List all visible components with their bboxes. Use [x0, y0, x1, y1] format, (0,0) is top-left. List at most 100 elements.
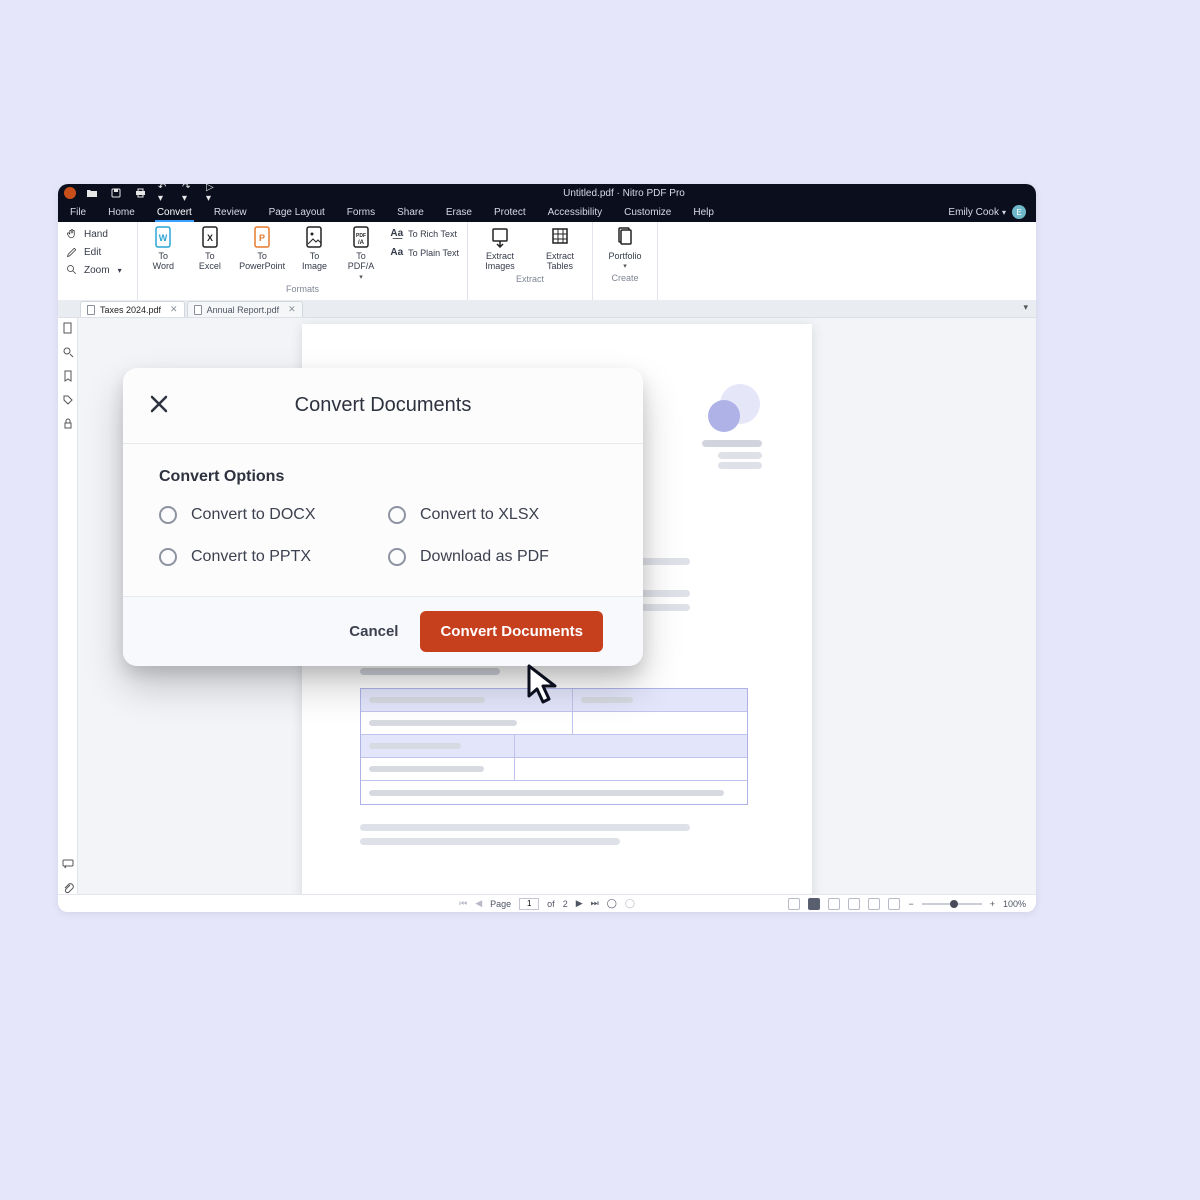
view-fit-icon[interactable]	[808, 898, 820, 910]
window-title: Untitled.pdf · Nitro PDF Pro	[218, 188, 1030, 199]
quick-tool-pane: Hand Edit Zoom ▾	[58, 222, 138, 300]
tool-extract-tables[interactable]: ExtractTables	[536, 226, 584, 272]
cancel-button[interactable]: Cancel	[349, 623, 398, 640]
prev-page-icon[interactable]: ◀	[475, 898, 482, 909]
menu-share[interactable]: Share	[395, 203, 426, 222]
user-avatar[interactable]: E	[1012, 205, 1026, 219]
menu-review[interactable]: Review	[212, 203, 249, 222]
document-tab-2[interactable]: Annual Report.pdf ✕	[187, 301, 303, 317]
plaintext-icon: Aa	[390, 247, 403, 258]
page-label: Page	[490, 899, 511, 909]
security-panel-icon[interactable]	[62, 418, 74, 430]
zoom-tool[interactable]: Zoom ▾	[66, 264, 129, 276]
view-fullscreen-icon[interactable]	[868, 898, 880, 910]
print-icon[interactable]	[134, 187, 146, 199]
group-label-extract: Extract	[476, 274, 584, 284]
menu-convert[interactable]: Convert	[155, 203, 194, 222]
tags-panel-icon[interactable]	[62, 394, 74, 406]
document-tab-1[interactable]: Taxes 2024.pdf ✕	[80, 301, 185, 317]
titlebar: ↶ ▾ ↷ ▾ ▷ ▾ Untitled.pdf · Nitro PDF Pro	[58, 184, 1036, 202]
svg-text:W: W	[159, 233, 168, 243]
placeholder-logo-shape	[708, 400, 740, 432]
menu-help[interactable]: Help	[691, 203, 716, 222]
tool-to-image[interactable]: ToImage	[297, 226, 332, 272]
option-convert-xlsx[interactable]: Convert to XLSX	[388, 506, 607, 524]
document-tab-1-close-icon[interactable]: ✕	[170, 304, 178, 315]
menu-forms[interactable]: Forms	[345, 203, 377, 222]
dialog-title: Convert Documents	[295, 394, 472, 417]
zoom-slider[interactable]	[922, 903, 982, 905]
zoom-percent[interactable]: 100%	[1003, 899, 1026, 909]
page-total: 2	[563, 899, 568, 909]
search-panel-icon[interactable]	[62, 346, 74, 358]
menu-erase[interactable]: Erase	[444, 203, 474, 222]
option-convert-docx[interactable]: Convert to DOCX	[159, 506, 378, 524]
menu-page-layout[interactable]: Page Layout	[267, 203, 327, 222]
option-convert-pptx[interactable]: Convert to PPTX	[159, 548, 378, 566]
radio-icon	[388, 506, 406, 524]
cursor-icon	[523, 662, 567, 706]
svg-text:X: X	[207, 233, 213, 243]
menubar: File Home Convert Review Page Layout For…	[58, 202, 1036, 222]
nav-back-icon[interactable]: ◯	[607, 898, 617, 909]
open-folder-icon[interactable]	[86, 187, 98, 199]
tool-portfolio[interactable]: Portfolio	[601, 226, 649, 271]
save-icon[interactable]	[110, 187, 122, 199]
zoom-in-icon[interactable]: +	[990, 899, 995, 909]
hand-tool[interactable]: Hand	[66, 228, 129, 240]
redo-icon[interactable]: ↷ ▾	[182, 187, 194, 199]
zoom-tool-label: Zoom	[84, 265, 110, 276]
option-download-pdf[interactable]: Download as PDF	[388, 548, 607, 566]
ribbon-group-extract: ExtractImages ExtractTables Extract	[468, 222, 593, 300]
user-menu[interactable]: Emily Cook	[948, 207, 1006, 218]
last-page-icon[interactable]: ⏭	[591, 898, 599, 909]
comments-panel-icon[interactable]	[62, 858, 74, 870]
view-presentation-icon[interactable]	[888, 898, 900, 910]
radio-icon	[388, 548, 406, 566]
ribbon: Hand Edit Zoom ▾ W To	[58, 222, 1036, 300]
group-label-formats: Formats	[146, 284, 459, 294]
dialog-options-header: Convert Options	[159, 468, 607, 486]
ribbon-group-formats: W ToWord X ToExcel P ToPowerPoint ToImag…	[138, 222, 468, 300]
pointer-mode-icon[interactable]: ▷ ▾	[206, 187, 218, 199]
left-panel-bar	[58, 318, 78, 894]
menu-protect[interactable]: Protect	[492, 203, 528, 222]
tool-to-plain-text[interactable]: Aa To Plain Text	[390, 247, 459, 258]
tab-dropdown-icon[interactable]: ▾	[1023, 302, 1028, 313]
view-single-icon[interactable]	[788, 898, 800, 910]
hand-icon	[66, 228, 78, 240]
menu-home[interactable]: Home	[106, 203, 137, 222]
richtext-icon: A͟a	[390, 228, 403, 239]
tool-to-rich-text[interactable]: A͟a To Rich Text	[390, 228, 457, 239]
dialog-close-button[interactable]	[145, 390, 173, 418]
app-logo-icon	[64, 187, 76, 199]
tool-to-excel[interactable]: X ToExcel	[193, 226, 228, 272]
first-page-icon[interactable]: ⏮	[459, 898, 467, 909]
menu-accessibility[interactable]: Accessibility	[546, 203, 604, 222]
tool-to-word[interactable]: W ToWord	[146, 226, 181, 272]
svg-text:/A: /A	[358, 240, 365, 246]
page-number-input[interactable]	[519, 898, 539, 910]
nav-forward-icon[interactable]: ◯	[625, 898, 635, 909]
tool-to-pdfa[interactable]: PDF/A ToPDF/A	[344, 226, 379, 282]
next-page-icon[interactable]: ▶	[576, 898, 583, 909]
convert-documents-dialog: Convert Documents Convert Options Conver…	[123, 368, 643, 666]
svg-text:P: P	[259, 233, 265, 243]
convert-documents-button[interactable]: Convert Documents	[420, 611, 603, 652]
attachments-panel-icon[interactable]	[62, 882, 74, 894]
bookmarks-panel-icon[interactable]	[62, 370, 74, 382]
file-icon	[87, 305, 95, 315]
document-tab-2-close-icon[interactable]: ✕	[288, 304, 296, 315]
view-facing-icon[interactable]	[828, 898, 840, 910]
view-continuous-icon[interactable]	[848, 898, 860, 910]
undo-icon[interactable]: ↶ ▾	[158, 187, 170, 199]
tool-extract-images[interactable]: ExtractImages	[476, 226, 524, 272]
zoom-out-icon[interactable]: −	[908, 899, 913, 909]
radio-icon	[159, 506, 177, 524]
tool-to-powerpoint[interactable]: P ToPowerPoint	[239, 226, 285, 272]
menu-file[interactable]: File	[68, 203, 88, 222]
edit-tool[interactable]: Edit	[66, 246, 129, 258]
page-sep: of	[547, 899, 555, 909]
pages-panel-icon[interactable]	[62, 322, 74, 334]
menu-customize[interactable]: Customize	[622, 203, 673, 222]
